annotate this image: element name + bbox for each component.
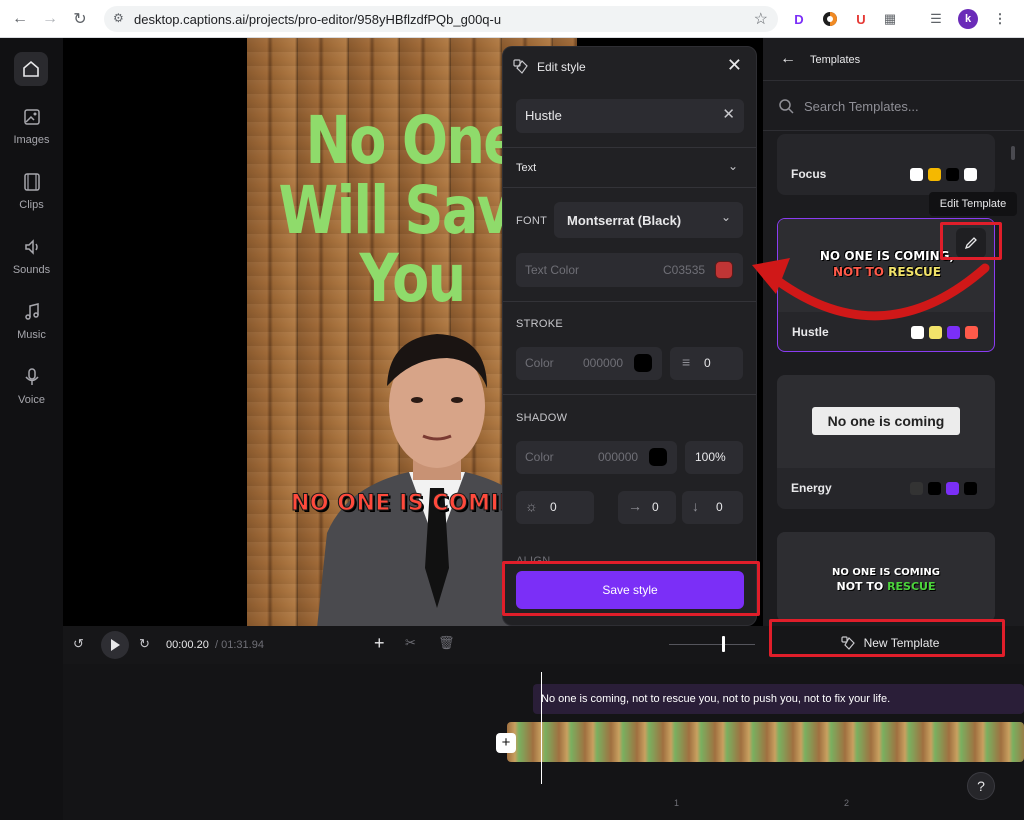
- annotation-arrow: [752, 258, 990, 321]
- highlight-box-save-style: [502, 561, 760, 616]
- highlight-box-new-template: [769, 619, 1005, 657]
- highlight-box-edit-template: [940, 222, 1002, 260]
